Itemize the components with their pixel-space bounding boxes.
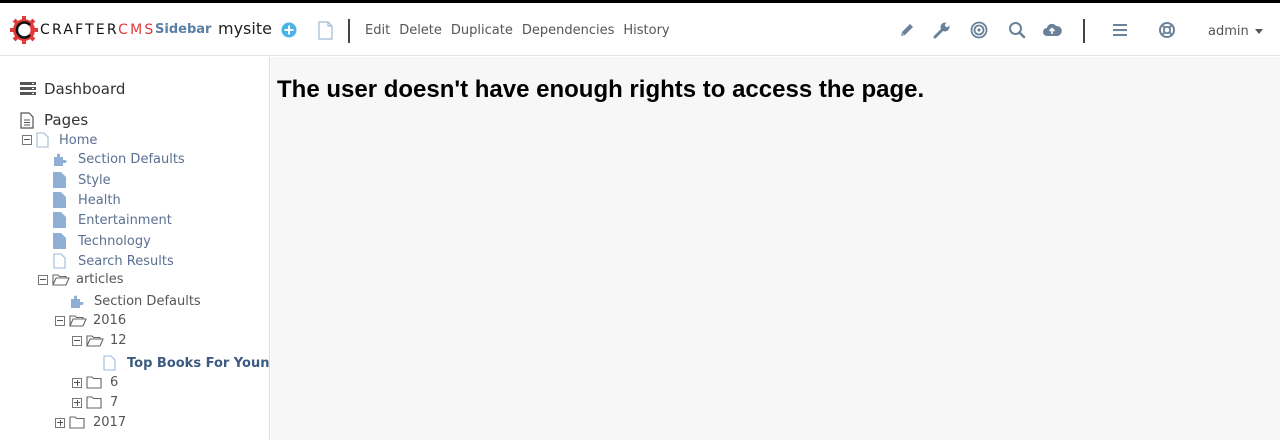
dependencies-menu-item[interactable]: Dependencies xyxy=(522,23,615,38)
page-filled-icon xyxy=(53,192,66,208)
tree-item-entertainment[interactable]: Entertainment xyxy=(53,212,172,228)
toolbar-separator-right xyxy=(1083,19,1085,43)
page-filled-icon xyxy=(53,233,66,249)
collapse-icon[interactable] xyxy=(72,335,82,346)
tree-item-articles-section-defaults[interactable]: Section Defaults xyxy=(69,294,201,309)
crafter-cms-logo[interactable]: CRAFTERCMS xyxy=(9,14,156,46)
tree-item-7[interactable]: 7 xyxy=(72,395,118,410)
tree-item-label: Section Defaults xyxy=(94,294,201,309)
folder-open-icon xyxy=(52,273,70,286)
logo-crafter-text: CRAFTER xyxy=(40,22,119,38)
tree-item-label: Entertainment xyxy=(78,212,172,228)
tree-item-label: articles xyxy=(76,272,124,287)
expand-icon[interactable] xyxy=(72,397,82,408)
tree-item-label: Section Defaults xyxy=(78,152,185,167)
tree-item-label: 6 xyxy=(110,375,119,390)
sidebar-item-label: Pages xyxy=(44,111,89,129)
user-menu[interactable]: admin xyxy=(1208,24,1249,39)
tree-item-section-defaults[interactable]: Section Defaults xyxy=(52,152,185,167)
tree-item-style[interactable]: Style xyxy=(53,172,111,188)
wrench-icon[interactable] xyxy=(933,21,951,39)
pages-icon xyxy=(20,111,34,129)
edit-menu-item[interactable]: Edit xyxy=(365,23,390,38)
access-denied-message: The user doesn't have enough rights to a… xyxy=(277,76,925,103)
sidebar-item-pages[interactable]: Pages xyxy=(20,111,88,129)
search-icon[interactable] xyxy=(1008,21,1026,39)
tree-item-label: 12 xyxy=(110,333,127,348)
top-navigation-bar: CRAFTERCMS Sidebar mysite Edit Delete Du… xyxy=(0,0,1280,56)
main-content: The user doesn't have enough rights to a… xyxy=(271,57,1280,440)
plus-circle-icon[interactable] xyxy=(281,22,297,38)
expand-icon[interactable] xyxy=(72,377,82,388)
collapse-icon[interactable] xyxy=(38,274,48,285)
folder-open-icon xyxy=(86,334,104,347)
tree-item-technology[interactable]: Technology xyxy=(53,233,151,249)
tree-item-label: Style xyxy=(78,172,111,188)
lifebuoy-icon[interactable] xyxy=(1158,21,1176,39)
puzzle-icon xyxy=(71,295,84,308)
context-menu: Edit Delete Duplicate Dependencies Histo… xyxy=(365,23,679,38)
duplicate-menu-item[interactable]: Duplicate xyxy=(451,23,513,38)
logo-wordmark: CRAFTERCMS xyxy=(40,22,156,38)
tree-item-search-results[interactable]: Search Results xyxy=(53,253,174,269)
history-menu-item[interactable]: History xyxy=(623,23,669,38)
tree-item-top-books[interactable]: Top Books For Young W xyxy=(103,355,270,371)
site-name[interactable]: mysite xyxy=(218,19,272,38)
sidebar-item-label: Dashboard xyxy=(44,80,126,98)
tree-item-label: 2016 xyxy=(93,313,127,328)
tree-item-label: 2017 xyxy=(93,415,127,430)
cloud-upload-icon[interactable] xyxy=(1042,21,1062,39)
tree-item-home[interactable]: Home xyxy=(22,132,97,148)
tree-item-label: Home xyxy=(59,132,98,148)
hamburger-icon[interactable] xyxy=(1111,21,1129,39)
pencil-icon[interactable] xyxy=(898,21,916,39)
expand-icon[interactable] xyxy=(55,417,65,428)
tree-item-2016[interactable]: 2016 xyxy=(55,313,126,328)
tree-item-label: 7 xyxy=(110,395,119,410)
tree-item-label: Top Books For Young W xyxy=(127,355,270,371)
tree-item-6[interactable]: 6 xyxy=(72,375,118,390)
sidebar-panel: Dashboard Pages Home Section Defaults St… xyxy=(0,57,270,440)
tree-item-12[interactable]: 12 xyxy=(72,333,127,348)
folder-icon xyxy=(86,376,102,389)
collapse-icon[interactable] xyxy=(55,315,65,326)
logo-cms-text: CMS xyxy=(118,22,156,38)
folder-icon xyxy=(86,396,102,409)
page-filled-icon xyxy=(53,172,66,188)
page-outline-icon xyxy=(36,132,49,148)
tree-item-label: Search Results xyxy=(78,253,174,269)
folder-icon xyxy=(69,416,85,429)
dashboard-icon xyxy=(20,82,36,95)
page-outline-icon xyxy=(103,355,116,371)
tree-item-health[interactable]: Health xyxy=(53,192,121,208)
sidebar-item-dashboard[interactable]: Dashboard xyxy=(20,80,125,98)
page-filled-icon xyxy=(53,212,66,228)
chevron-down-icon[interactable] xyxy=(1255,29,1263,34)
tree-item-articles[interactable]: articles xyxy=(38,272,124,287)
toolbar-separator xyxy=(348,19,350,43)
folder-open-icon xyxy=(69,314,87,327)
delete-menu-item[interactable]: Delete xyxy=(399,23,442,38)
gear-logo-icon xyxy=(10,16,38,44)
puzzle-icon xyxy=(54,153,67,166)
collapse-icon[interactable] xyxy=(22,135,32,145)
page-outline-icon xyxy=(53,253,66,269)
new-page-icon[interactable] xyxy=(318,21,333,40)
tree-item-label: Technology xyxy=(78,233,151,249)
tree-item-label: Health xyxy=(78,192,121,208)
target-icon[interactable] xyxy=(970,21,988,39)
sidebar-toggle-link[interactable]: Sidebar xyxy=(155,22,211,37)
tree-item-2017[interactable]: 2017 xyxy=(55,415,126,430)
